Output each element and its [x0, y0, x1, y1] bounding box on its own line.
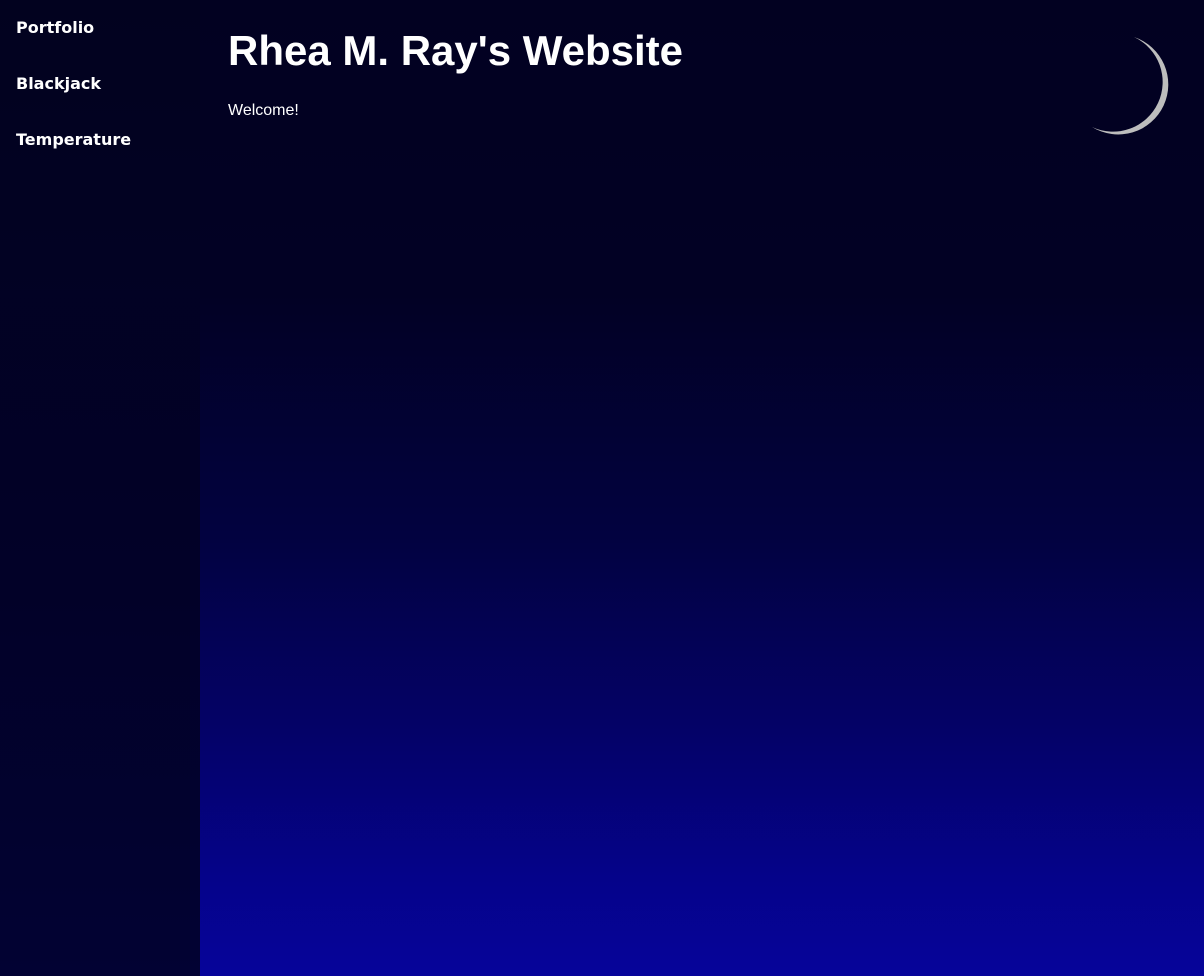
page-title: Rhea M. Ray's Website [228, 27, 684, 74]
welcome-text: Welcome! [228, 102, 299, 119]
main-content: Rhea M. Ray's Website Welcome! [200, 0, 1204, 976]
sidebar-item-temperature[interactable]: Temperature [16, 130, 131, 149]
moon-icon[interactable] [1086, 34, 1178, 140]
sidebar-item-blackjack[interactable]: Blackjack [16, 74, 101, 93]
sidebar-nav: Portfolio Blackjack Temperature [0, 0, 200, 976]
sidebar-item-portfolio[interactable]: Portfolio [16, 18, 94, 37]
